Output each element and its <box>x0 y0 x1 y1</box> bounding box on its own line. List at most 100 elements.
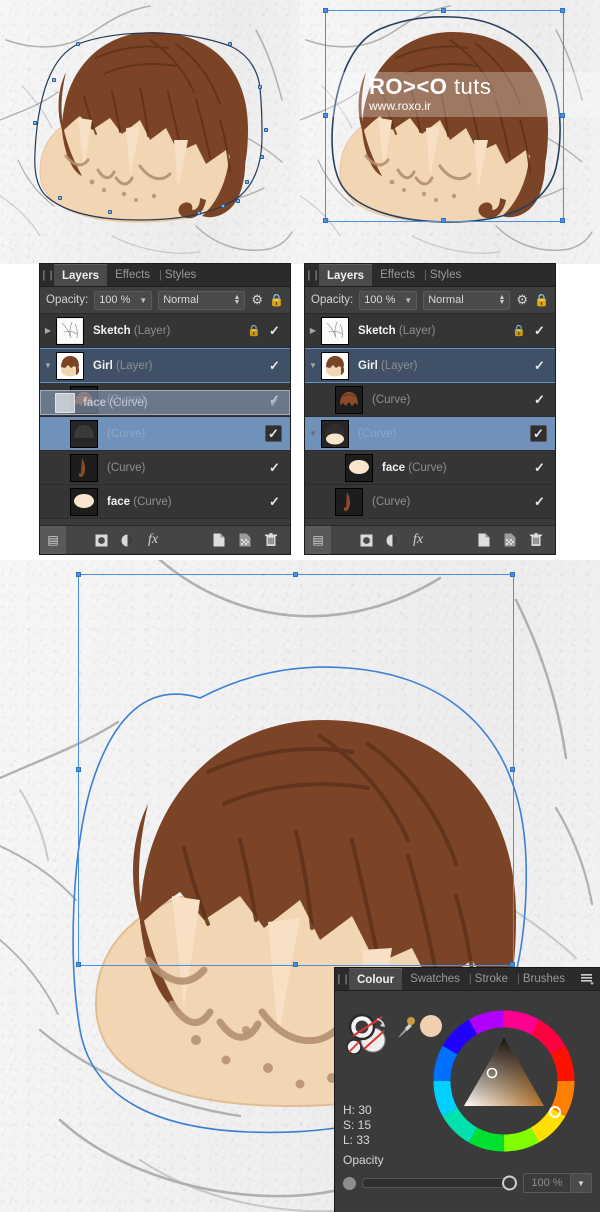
adjustment-icon[interactable] <box>379 526 405 554</box>
opacity-blend-bar[interactable]: Opacity: 100 % ▼ Normal ▲ ▼ ⚙ 🔒 <box>40 287 290 314</box>
delete-layer-icon[interactable] <box>523 526 549 554</box>
tab-layers[interactable]: Layers <box>319 264 373 286</box>
colour-panel-tab-bar[interactable]: ❙❙ Colour Swatches | Stroke | Brushes <box>335 968 600 991</box>
panel-grip-icon[interactable]: ❙❙ <box>40 264 56 286</box>
spinner-icon[interactable]: ▲ ▼ <box>233 294 240 306</box>
tab-styles[interactable]: Styles <box>163 264 204 286</box>
lock-icon[interactable]: 🔒 <box>269 293 284 307</box>
layer-row-girl[interactable]: ▼ Girl (Layer) ✓ <box>305 348 555 383</box>
fx-icon[interactable]: fx <box>405 526 431 554</box>
disclosure-triangle-icon[interactable]: ▶ <box>305 326 321 335</box>
layer-row-curve-selected[interactable]: ▼ (Curve) ✓ <box>305 417 555 451</box>
mask-icon[interactable] <box>88 526 114 554</box>
fill-stroke-swatch-icon[interactable] <box>346 1013 388 1055</box>
blend-mode-select[interactable]: Normal ▲ ▼ <box>423 290 511 310</box>
opacity-input[interactable]: 100 % ▼ <box>359 290 418 310</box>
layer-row-curve-hair[interactable]: (Curve) ✓ <box>305 383 555 417</box>
panel-grip-icon[interactable]: ❙❙ <box>305 264 321 286</box>
layer-visibility-checkbox[interactable]: ✓ <box>267 392 282 407</box>
layers-stack-icon[interactable]: ▤ <box>40 526 66 554</box>
layers-panel-right[interactable]: ❙❙ Layers Effects | Styles Opacity: 100 … <box>305 264 555 554</box>
layer-name-curve: (Curve) <box>372 495 411 508</box>
layer-row-girl[interactable]: ▼ Girl (Layer) ✓ <box>40 348 290 383</box>
layer-visibility-checkbox[interactable]: ✓ <box>267 323 282 338</box>
opacity-blend-bar[interactable]: Opacity: 100 % ▼ Normal ▲ ▼ ⚙ 🔒 <box>305 287 555 314</box>
character-artwork <box>300 0 600 264</box>
canvas-top-right[interactable]: RO><O tuts www.roxo.ir <box>300 0 600 264</box>
eyedropper-icon[interactable] <box>396 1016 418 1040</box>
panel-grip-icon[interactable]: ❙❙ <box>335 968 351 990</box>
layer-row-sketch[interactable]: ▶ Sketch (Layer) 🔒 ✓ <box>40 314 290 348</box>
layer-row-curve-strand[interactable]: (Curve) ✓ <box>305 485 555 519</box>
opacity-slider-thumb[interactable] <box>502 1175 517 1191</box>
panel-menu-icon[interactable] <box>581 968 600 990</box>
gear-icon[interactable]: ⚙ <box>516 292 528 308</box>
new-layer-icon[interactable] <box>206 526 232 554</box>
new-pixel-layer-icon[interactable] <box>232 526 258 554</box>
layer-visibility-checkbox[interactable]: ✓ <box>532 494 547 509</box>
opacity-control[interactable]: 100 % ▼ <box>343 1173 592 1193</box>
colour-panel[interactable]: ❙❙ Colour Swatches | Stroke | Brushes H:… <box>335 968 600 1212</box>
curve-node-selection[interactable] <box>0 0 300 264</box>
disclosure-triangle-icon[interactable]: ▶ <box>40 326 56 335</box>
lock-icon[interactable]: 🔒 <box>534 293 549 307</box>
tab-swatches[interactable]: Swatches <box>402 968 468 990</box>
adjustment-icon[interactable] <box>114 526 140 554</box>
layer-rows-list[interactable]: ▶ Sketch (Layer) 🔒 ✓ ▼ Girl (Layer) ✓ (C… <box>305 314 555 519</box>
layers-panel-left[interactable]: ❙❙ Layers Effects | Styles Opacity: 100 … <box>40 264 290 554</box>
tab-colour[interactable]: Colour <box>349 968 403 990</box>
layer-visibility-checkbox[interactable]: ✓ <box>530 425 547 442</box>
layer-visibility-checkbox[interactable]: ✓ <box>265 425 282 442</box>
layer-visibility-checkbox[interactable]: ✓ <box>532 358 547 373</box>
layer-thumbnail-girl <box>56 351 84 380</box>
disclosure-triangle-icon[interactable]: ▼ <box>305 429 321 438</box>
tab-effects[interactable]: Effects <box>372 264 423 286</box>
layer-row-curve-strand[interactable]: (Curve) ✓ <box>40 451 290 485</box>
layer-visibility-checkbox[interactable]: ✓ <box>267 494 282 509</box>
chevron-down-icon[interactable]: ▼ <box>571 1173 592 1193</box>
new-layer-icon[interactable] <box>471 526 497 554</box>
layer-visibility-checkbox[interactable]: ✓ <box>532 392 547 407</box>
layer-visibility-checkbox[interactable]: ✓ <box>532 460 547 475</box>
layer-visibility-checkbox[interactable]: ✓ <box>267 460 282 475</box>
new-pixel-layer-icon[interactable] <box>497 526 523 554</box>
disclosure-triangle-icon[interactable]: ▼ <box>40 361 56 370</box>
opacity-value-field[interactable]: 100 % <box>523 1173 571 1193</box>
opacity-input[interactable]: 100 % ▼ <box>94 290 153 310</box>
tab-brushes[interactable]: Brushes <box>521 968 573 990</box>
lock-icon[interactable]: 🔒 <box>512 324 526 337</box>
layer-thumbnail-dark <box>70 419 98 448</box>
layer-visibility-checkbox[interactable]: ✓ <box>267 358 282 373</box>
layers-stack-icon[interactable]: ▤ <box>305 526 331 554</box>
layer-visibility-checkbox[interactable]: ✓ <box>532 323 547 338</box>
layers-panel-footer[interactable]: ▤ fx <box>40 525 290 554</box>
layer-name-face: face (Curve) <box>382 461 447 474</box>
layer-row-sketch[interactable]: ▶ Sketch (Layer) 🔒 ✓ <box>305 314 555 348</box>
tab-styles[interactable]: Styles <box>428 264 469 286</box>
tab-stroke[interactable]: Stroke <box>473 968 516 990</box>
mask-icon[interactable] <box>353 526 379 554</box>
tab-layers[interactable]: Layers <box>54 264 108 286</box>
layer-rows-list[interactable]: ▶ Sketch (Layer) 🔒 ✓ ▼ Girl (Layer) ✓ (C… <box>40 314 290 519</box>
panel-tab-bar[interactable]: ❙❙ Layers Effects | Styles <box>40 264 290 287</box>
layer-row-curve-hair[interactable]: (Curve) ✓ <box>40 383 290 417</box>
layer-row-curve-selected[interactable]: (Curve) ✓ <box>40 417 290 451</box>
gear-icon[interactable]: ⚙ <box>251 292 263 308</box>
fx-icon[interactable]: fx <box>140 526 166 554</box>
layers-panel-footer[interactable]: ▤ fx <box>305 525 555 554</box>
lock-icon[interactable]: 🔒 <box>247 324 261 337</box>
colour-panel-body[interactable]: H: 30 S: 15 L: 33 Opacity 100 % ▼ <box>335 991 600 1193</box>
opacity-slider[interactable] <box>362 1175 517 1191</box>
tab-effects[interactable]: Effects <box>107 264 158 286</box>
layer-row-face-child[interactable]: face (Curve) ✓ <box>305 451 555 485</box>
panel-tab-bar[interactable]: ❙❙ Layers Effects | Styles <box>305 264 555 287</box>
disclosure-triangle-icon[interactable]: ▼ <box>305 361 321 370</box>
opacity-label: Opacity <box>343 1153 384 1167</box>
spinner-icon[interactable]: ▲ ▼ <box>498 294 505 306</box>
delete-layer-icon[interactable] <box>258 526 284 554</box>
layer-row-face[interactable]: face (Curve) ✓ <box>40 485 290 519</box>
canvas-top-left[interactable] <box>0 0 300 264</box>
colour-wheel[interactable] <box>430 1007 578 1155</box>
blend-mode-select[interactable]: Normal ▲ ▼ <box>158 290 246 310</box>
opacity-knob-icon[interactable] <box>343 1176 356 1190</box>
